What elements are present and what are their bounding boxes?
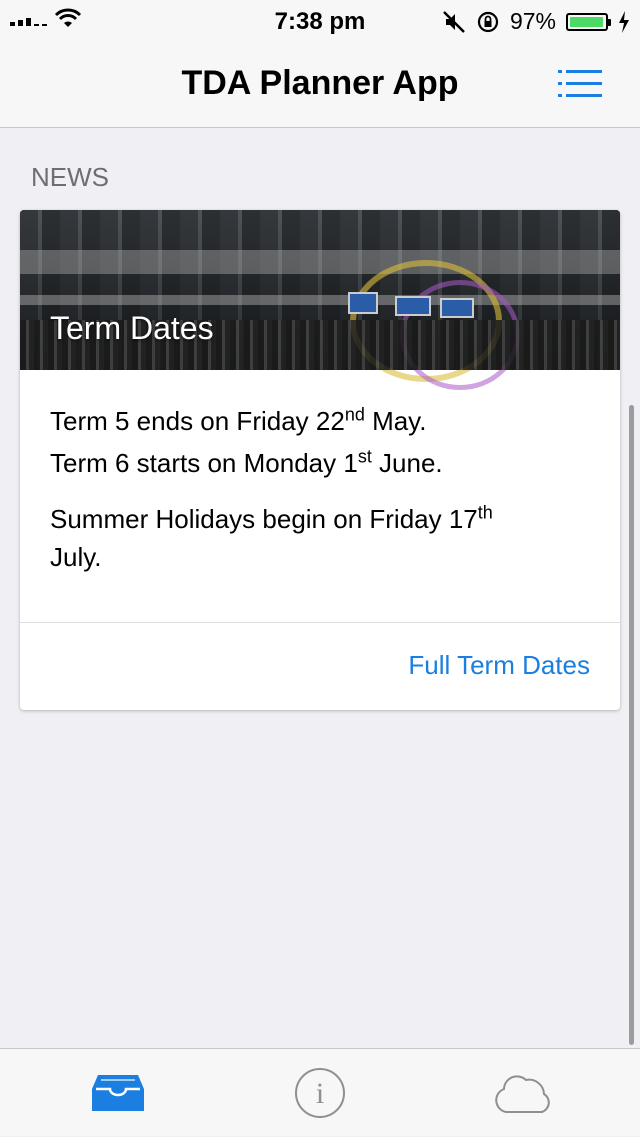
- card-divider: [20, 622, 620, 623]
- navigation-bar: TDA Planner App: [0, 40, 640, 128]
- page-title: TDA Planner App: [181, 64, 459, 102]
- summer-holidays-line: Summer Holidays begin on Friday 17th July…: [50, 502, 493, 572]
- card-image-title: Term Dates: [50, 310, 214, 346]
- full-term-dates-link[interactable]: Full Term Dates: [408, 650, 590, 681]
- term6-line: Term 6 starts on Monday 1st June.: [50, 446, 443, 478]
- status-right: 97%: [442, 8, 630, 35]
- section-header-news: NEWS: [31, 162, 109, 192]
- mute-icon: [443, 10, 465, 33]
- scrollbar[interactable]: [629, 405, 634, 1045]
- tab-cloud[interactable]: [416, 1049, 629, 1137]
- status-bar: 7:38 pm 97%: [0, 0, 640, 40]
- rotation-lock-icon: [477, 11, 499, 32]
- tab-inbox[interactable]: [11, 1049, 224, 1137]
- list-icon: [558, 70, 602, 97]
- tab-bar: i: [0, 1048, 640, 1136]
- tab-info[interactable]: i: [213, 1049, 426, 1137]
- battery-percent: 97%: [509, 8, 556, 34]
- info-icon: i: [294, 1068, 345, 1118]
- charging-icon: [619, 10, 629, 33]
- svg-text:i: i: [315, 1077, 323, 1110]
- inbox-icon: [91, 1075, 144, 1111]
- cloud-icon: [494, 1075, 550, 1113]
- card-header-image: Term Dates: [20, 210, 620, 390]
- menu-button[interactable]: [558, 70, 602, 98]
- term5-line: Term 5 ends on Friday 22nd May.: [50, 404, 427, 436]
- battery-icon: [566, 12, 611, 31]
- card-body: Term 5 ends on Friday 22nd May. Term 6 s…: [50, 400, 590, 576]
- news-card: Term Dates Term 5 ends on Friday 22nd Ma…: [20, 210, 620, 710]
- battery-level: [570, 16, 603, 27]
